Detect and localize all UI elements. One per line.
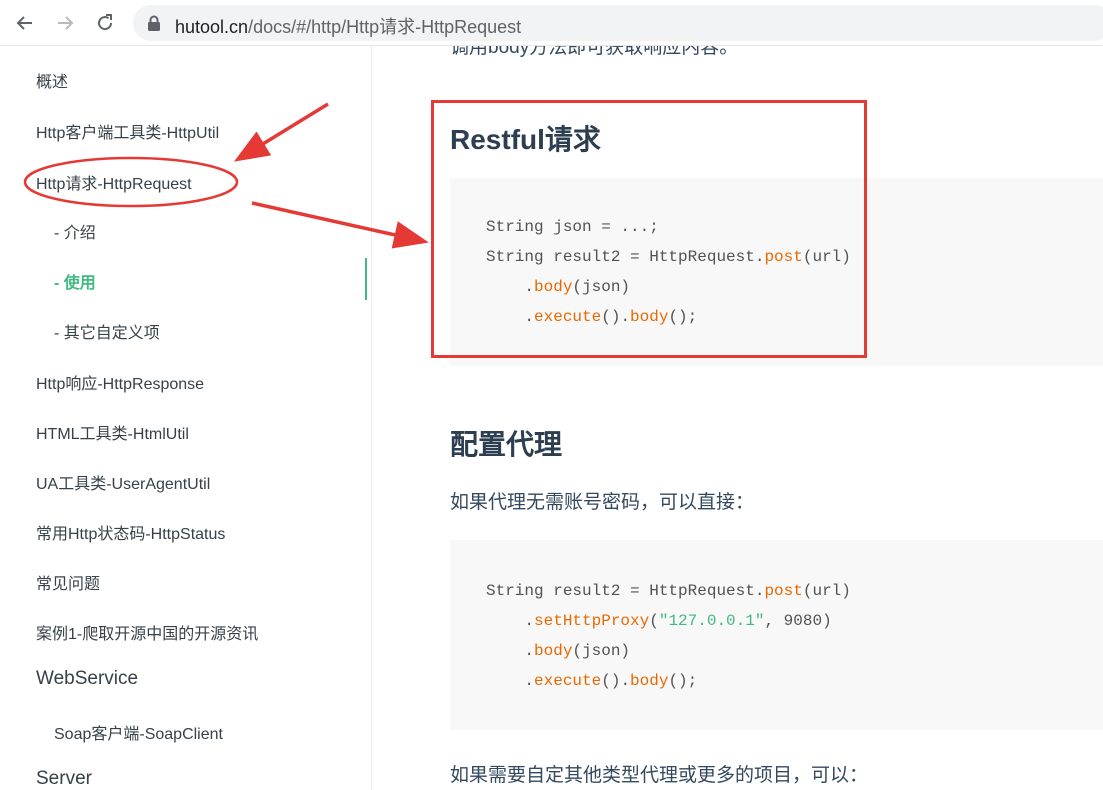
sidebar-item-overview[interactable]: 概述 (36, 68, 68, 92)
url-host: hutool.cn (175, 17, 249, 37)
sidebar-item-httpresponse[interactable]: Http响应-HttpResponse (36, 370, 204, 394)
sidebar: 概述 Http客户端工具类-HttpUtil Http请求-HttpReques… (0, 46, 372, 790)
paragraph-proxy-no-auth: 如果代理无需账号密码，可以直接： (450, 492, 755, 513)
code-block-proxy: String result2 = HttpRequest.post(url) .… (450, 540, 1103, 730)
code-line: .setHttpProxy("127.0.0.1", 9080) (486, 612, 832, 630)
sidebar-item-faq[interactable]: 常见问题 (36, 570, 100, 594)
lock-icon (148, 15, 160, 31)
code-line: .execute().body(); (486, 672, 698, 690)
arrow-right-icon (58, 16, 74, 30)
annotation-highlight-box (431, 100, 867, 358)
sidebar-item-httprequest[interactable]: Http请求-HttpRequest (36, 170, 192, 194)
sidebar-item-htmlutil[interactable]: HTML工具类-HtmlUtil (36, 420, 189, 444)
paragraph-proxy-custom: 如果需要自定其他类型代理或更多的项目，可以： (450, 765, 869, 786)
sidebar-item-server[interactable]: Server (36, 768, 92, 790)
sidebar-item-soapclient[interactable]: Soap客户端-SoapClient (54, 720, 223, 744)
code-line: .body(json) (486, 642, 631, 660)
forward-button[interactable] (50, 8, 80, 38)
sidebar-item-custom-options[interactable]: - 其它自定义项 (54, 319, 160, 343)
arrow-left-icon (16, 16, 32, 30)
paragraph-body-method: 调用body方法即可获取响应内容。 (450, 46, 739, 58)
sidebar-item-usage[interactable]: - 使用 (54, 269, 96, 293)
reload-icon (98, 14, 113, 31)
back-button[interactable] (10, 8, 40, 38)
sidebar-item-intro[interactable]: - 介绍 (54, 219, 96, 243)
sidebar-item-useragentutil[interactable]: UA工具类-UserAgentUtil (36, 470, 210, 494)
url-text: hutool.cn/docs/#/http/Http请求-HttpRequest (175, 13, 521, 39)
browser-toolbar: hutool.cn/docs/#/http/Http请求-HttpRequest (0, 0, 1103, 46)
sidebar-item-case1[interactable]: 案例1-爬取开源中国的开源资讯 (36, 620, 258, 644)
heading-proxy-config: 配置代理 (450, 429, 563, 460)
address-bar[interactable]: hutool.cn/docs/#/http/Http请求-HttpRequest (133, 5, 1103, 41)
code-line: String result2 = HttpRequest.post(url) (486, 582, 851, 600)
sidebar-item-httputil[interactable]: Http客户端工具类-HttpUtil (36, 119, 219, 143)
active-indicator (365, 258, 367, 300)
reload-button[interactable] (90, 8, 120, 38)
sidebar-item-webservice[interactable]: WebService (36, 668, 138, 690)
sidebar-item-httpstatus[interactable]: 常用Http状态码-HttpStatus (36, 520, 225, 544)
url-path: /docs/#/http/Http请求-HttpRequest (248, 17, 522, 37)
